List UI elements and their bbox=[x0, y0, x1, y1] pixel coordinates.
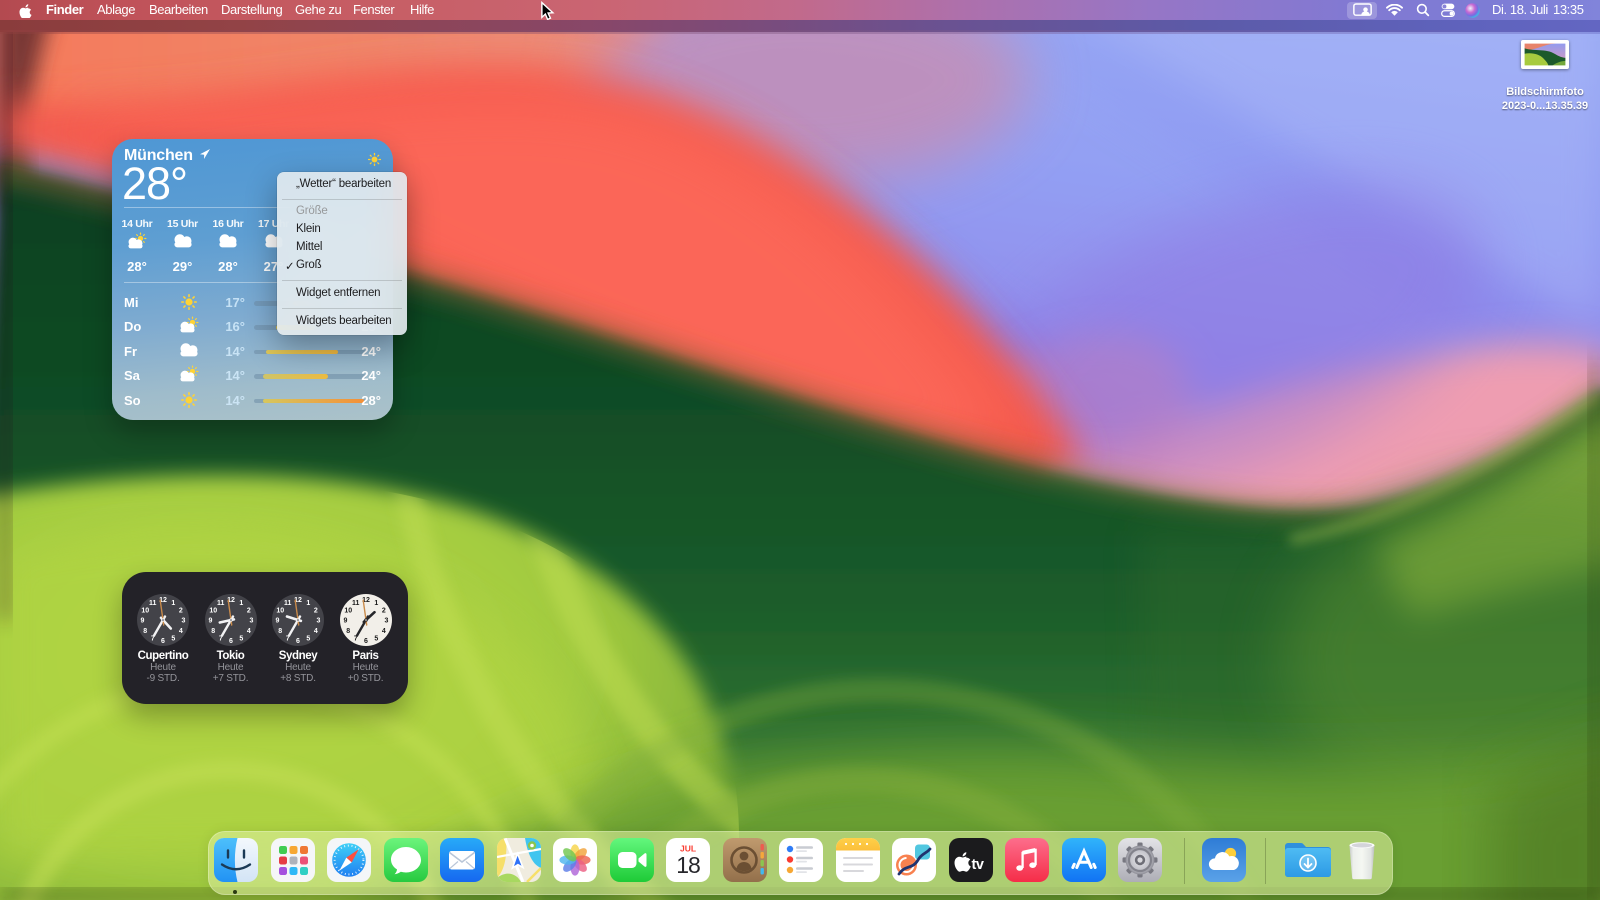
svg-text:11: 11 bbox=[216, 600, 224, 607]
svg-text:6: 6 bbox=[296, 638, 300, 645]
svg-text:9: 9 bbox=[276, 618, 280, 625]
svg-text:1: 1 bbox=[374, 600, 378, 607]
svg-text:tv: tv bbox=[971, 857, 983, 873]
svg-text:5: 5 bbox=[171, 635, 175, 642]
svg-text:6: 6 bbox=[161, 638, 165, 645]
svg-text:3: 3 bbox=[317, 618, 321, 625]
svg-text:1: 1 bbox=[239, 600, 243, 607]
svg-text:18: 18 bbox=[676, 852, 700, 878]
svg-text:5: 5 bbox=[374, 635, 378, 642]
svg-text:8: 8 bbox=[143, 628, 147, 635]
svg-text:11: 11 bbox=[149, 600, 157, 607]
svg-text:10: 10 bbox=[141, 607, 149, 614]
svg-text:3: 3 bbox=[249, 618, 253, 625]
svg-text:11: 11 bbox=[351, 600, 359, 607]
svg-text:2: 2 bbox=[179, 607, 183, 614]
svg-text:3: 3 bbox=[384, 618, 388, 625]
svg-text:4: 4 bbox=[314, 628, 318, 635]
svg-text:4: 4 bbox=[381, 628, 385, 635]
svg-text:5: 5 bbox=[306, 635, 310, 642]
svg-text:10: 10 bbox=[276, 607, 284, 614]
svg-text:2: 2 bbox=[246, 607, 250, 614]
svg-text:4: 4 bbox=[179, 628, 183, 635]
svg-text:6: 6 bbox=[229, 638, 233, 645]
svg-text:9: 9 bbox=[141, 618, 145, 625]
svg-text:9: 9 bbox=[343, 618, 347, 625]
svg-text:9: 9 bbox=[208, 618, 212, 625]
svg-text:4: 4 bbox=[246, 628, 250, 635]
svg-text:2: 2 bbox=[314, 607, 318, 614]
svg-text:8: 8 bbox=[346, 628, 350, 635]
svg-text:11: 11 bbox=[284, 600, 292, 607]
svg-text:3: 3 bbox=[182, 618, 186, 625]
svg-text:6: 6 bbox=[364, 638, 368, 645]
svg-text:1: 1 bbox=[171, 600, 175, 607]
svg-text:1: 1 bbox=[306, 600, 310, 607]
svg-text:8: 8 bbox=[278, 628, 282, 635]
svg-text:10: 10 bbox=[344, 607, 352, 614]
svg-text:8: 8 bbox=[211, 628, 215, 635]
svg-text:10: 10 bbox=[209, 607, 217, 614]
svg-text:5: 5 bbox=[239, 635, 243, 642]
svg-text:2: 2 bbox=[381, 607, 385, 614]
